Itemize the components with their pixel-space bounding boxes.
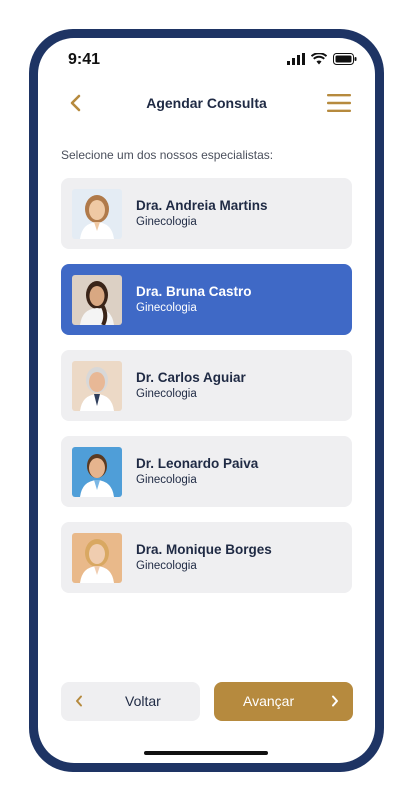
home-indicator (144, 751, 268, 755)
doctor-specialty: Ginecologia (136, 560, 197, 572)
doctor-card[interactable]: Dra. Monique Borges Ginecologia (61, 522, 352, 593)
doctor-avatar (72, 275, 122, 325)
doctor-name: Dra. Bruna Castro (136, 284, 252, 299)
back-nav-button[interactable]: Voltar (61, 682, 200, 721)
app-screen: 9:41 Agendar Consulta Selecione um dos n… (38, 38, 375, 763)
doctor-specialty: Ginecologia (136, 474, 197, 486)
hamburger-menu-icon (327, 94, 351, 112)
doctor-avatar (72, 447, 122, 497)
menu-button[interactable] (327, 93, 351, 113)
doctor-name: Dr. Carlos Aguiar (136, 370, 246, 385)
doctor-avatar (72, 361, 122, 411)
battery-icon (333, 53, 357, 65)
instruction-text: Selecione um dos nossos especialistas: (61, 148, 274, 162)
doctor-specialty: Ginecologia (136, 216, 197, 228)
signal-icon (287, 53, 305, 65)
status-time: 9:41 (68, 51, 101, 68)
specialists-list: Dra. Andreia Martins Ginecologia Dra. Br… (61, 178, 352, 608)
next-button[interactable]: Avançar (214, 682, 353, 721)
doctor-card[interactable]: Dr. Carlos Aguiar Ginecologia (61, 350, 352, 421)
doctor-name: Dra. Monique Borges (136, 542, 272, 557)
doctor-card[interactable]: Dr. Leonardo Paiva Ginecologia (61, 436, 352, 507)
doctor-name: Dr. Leonardo Paiva (136, 456, 259, 471)
next-button-label: Avançar (243, 693, 295, 709)
chevron-left-icon (76, 695, 82, 707)
page-title: Agendar Consulta (146, 95, 267, 111)
doctor-specialty: Ginecologia (136, 302, 197, 314)
doctor-avatar (72, 533, 122, 583)
status-icons (287, 53, 357, 65)
doctor-specialty: Ginecologia (136, 388, 197, 400)
wifi-icon (311, 53, 327, 65)
back-nav-label: Voltar (125, 693, 161, 709)
doctor-name: Dra. Andreia Martins (136, 198, 268, 213)
doctor-avatar (72, 189, 122, 239)
doctor-card[interactable]: Dra. Andreia Martins Ginecologia (61, 178, 352, 249)
chevron-right-icon (332, 695, 338, 707)
doctor-card-selected[interactable]: Dra. Bruna Castro Ginecologia (61, 264, 352, 335)
